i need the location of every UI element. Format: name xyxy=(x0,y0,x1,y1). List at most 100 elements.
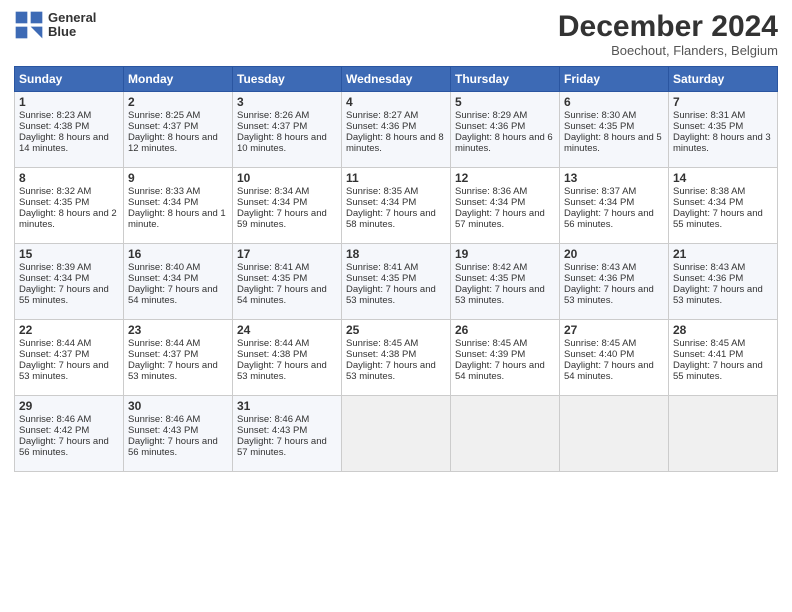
daylight-label: Daylight: 7 hours and 53 minutes. xyxy=(455,284,545,306)
day-number: 27 xyxy=(564,323,664,337)
day-number: 31 xyxy=(237,399,337,413)
daylight-label: Daylight: 8 hours and 1 minute. xyxy=(128,208,226,230)
calendar-header-friday: Friday xyxy=(560,67,669,92)
sunset-text: Sunset: 4:41 PM xyxy=(673,349,743,360)
sunrise-text: Sunrise: 8:37 AM xyxy=(564,186,636,197)
sunrise-text: Sunrise: 8:30 AM xyxy=(564,110,636,121)
sunrise-text: Sunrise: 8:46 AM xyxy=(128,414,200,425)
calendar-body: 1Sunrise: 8:23 AMSunset: 4:38 PMDaylight… xyxy=(15,92,778,472)
calendar-day-cell xyxy=(451,396,560,472)
daylight-label: Daylight: 7 hours and 53 minutes. xyxy=(346,360,436,382)
daylight-label: Daylight: 7 hours and 57 minutes. xyxy=(455,208,545,230)
calendar-day-cell: 16Sunrise: 8:40 AMSunset: 4:34 PMDayligh… xyxy=(124,244,233,320)
calendar-day-cell: 31Sunrise: 8:46 AMSunset: 4:43 PMDayligh… xyxy=(233,396,342,472)
calendar-header-tuesday: Tuesday xyxy=(233,67,342,92)
calendar-day-cell: 14Sunrise: 8:38 AMSunset: 4:34 PMDayligh… xyxy=(669,168,778,244)
calendar-header-row: SundayMondayTuesdayWednesdayThursdayFrid… xyxy=(15,67,778,92)
sunset-text: Sunset: 4:34 PM xyxy=(128,197,198,208)
calendar-day-cell: 9Sunrise: 8:33 AMSunset: 4:34 PMDaylight… xyxy=(124,168,233,244)
sunset-text: Sunset: 4:35 PM xyxy=(237,273,307,284)
calendar-week-row: 22Sunrise: 8:44 AMSunset: 4:37 PMDayligh… xyxy=(15,320,778,396)
sunset-text: Sunset: 4:35 PM xyxy=(455,273,525,284)
calendar-week-row: 8Sunrise: 8:32 AMSunset: 4:35 PM Daylight… xyxy=(15,168,778,244)
calendar-header-thursday: Thursday xyxy=(451,67,560,92)
daylight-label: Daylight: 7 hours and 53 minutes. xyxy=(673,284,763,306)
sunset-text: Sunset: 4:35 PM xyxy=(346,273,416,284)
daylight-label: Daylight: 7 hours and 53 minutes. xyxy=(346,284,436,306)
daylight-label: Daylight: 7 hours and 54 minutes. xyxy=(564,360,654,382)
sunrise-text: Sunrise: 8:33 AM xyxy=(128,186,200,197)
day-number: 30 xyxy=(128,399,228,413)
sunrise-text: Sunrise: 8:40 AM xyxy=(128,262,200,273)
month-title: December 2024 xyxy=(558,10,778,43)
sunrise-text: Sunrise: 8:41 AM xyxy=(237,262,309,273)
daylight-label: Daylight: 7 hours and 56 minutes. xyxy=(564,208,654,230)
day-number: 10 xyxy=(237,171,337,185)
calendar-week-row: 29Sunrise: 8:46 AMSunset: 4:42 PMDayligh… xyxy=(15,396,778,472)
sunset-text: Sunset: 4:34 PM xyxy=(237,197,307,208)
day-number: 22 xyxy=(19,323,119,337)
day-number: 25 xyxy=(346,323,446,337)
daylight-label: Daylight: 7 hours and 54 minutes. xyxy=(237,284,327,306)
sunrise-text: Sunrise: 8:29 AM xyxy=(455,110,527,121)
sunrise-text: Sunrise: 8:41 AM xyxy=(346,262,418,273)
day-number: 18 xyxy=(346,247,446,261)
logo-text: General Blue xyxy=(48,11,96,40)
sunset-text: Sunset: 4:43 PM xyxy=(237,425,307,436)
daylight-label: Daylight: 7 hours and 53 minutes. xyxy=(128,360,218,382)
calendar-day-cell: 22Sunrise: 8:44 AMSunset: 4:37 PMDayligh… xyxy=(15,320,124,396)
calendar-header-saturday: Saturday xyxy=(669,67,778,92)
sunset-text: Sunset: 4:38 PM xyxy=(346,349,416,360)
day-number: 19 xyxy=(455,247,555,261)
daylight-label: Daylight: 8 hours and 6 minutes. xyxy=(455,132,553,154)
calendar-day-cell: 28Sunrise: 8:45 AMSunset: 4:41 PMDayligh… xyxy=(669,320,778,396)
sunrise-text: Sunrise: 8:45 AM xyxy=(564,338,636,349)
daylight-label: Daylight: 7 hours and 56 minutes. xyxy=(19,436,109,458)
calendar-day-cell: 20Sunrise: 8:43 AMSunset: 4:36 PMDayligh… xyxy=(560,244,669,320)
sunrise-text: Sunrise: 8:39 AM xyxy=(19,262,91,273)
sunset-text: Sunset: 4:34 PM xyxy=(455,197,525,208)
day-number: 7 xyxy=(673,95,773,109)
calendar-day-cell: 1Sunrise: 8:23 AMSunset: 4:38 PMDaylight… xyxy=(15,92,124,168)
calendar-table: SundayMondayTuesdayWednesdayThursdayFrid… xyxy=(14,66,778,472)
day-number: 8 xyxy=(19,171,119,185)
sunset-text: Sunset: 4:34 PM xyxy=(673,197,743,208)
day-number: 9 xyxy=(128,171,228,185)
calendar-day-cell: 21Sunrise: 8:43 AMSunset: 4:36 PMDayligh… xyxy=(669,244,778,320)
calendar-day-cell: 8Sunrise: 8:32 AMSunset: 4:35 PMDaylight… xyxy=(15,168,124,244)
calendar-day-cell: 24Sunrise: 8:44 AMSunset: 4:38 PMDayligh… xyxy=(233,320,342,396)
day-number: 14 xyxy=(673,171,773,185)
calendar-day-cell: 29Sunrise: 8:46 AMSunset: 4:42 PMDayligh… xyxy=(15,396,124,472)
calendar-day-cell: 23Sunrise: 8:44 AMSunset: 4:37 PMDayligh… xyxy=(124,320,233,396)
calendar-day-cell: 19Sunrise: 8:42 AMSunset: 4:35 PMDayligh… xyxy=(451,244,560,320)
day-number: 6 xyxy=(564,95,664,109)
logo: General Blue xyxy=(14,10,96,40)
daylight-label: Daylight: 8 hours and 14 minutes. xyxy=(19,132,109,154)
calendar-day-cell: 11Sunrise: 8:35 AMSunset: 4:34 PMDayligh… xyxy=(342,168,451,244)
sunset-text: Sunset: 4:40 PM xyxy=(564,349,634,360)
sunrise-text: Sunrise: 8:25 AM xyxy=(128,110,200,121)
daylight-label: Daylight: 7 hours and 55 minutes. xyxy=(673,360,763,382)
calendar-day-cell: 10Sunrise: 8:34 AMSunset: 4:34 PMDayligh… xyxy=(233,168,342,244)
sunset-text: Sunset: 4:37 PM xyxy=(128,349,198,360)
calendar-day-cell: 12Sunrise: 8:36 AMSunset: 4:34 PMDayligh… xyxy=(451,168,560,244)
logo-line2: Blue xyxy=(48,25,96,39)
daylight-label: Daylight: 7 hours and 58 minutes. xyxy=(346,208,436,230)
sunset-text: Sunset: 4:39 PM xyxy=(455,349,525,360)
sunrise-text: Sunrise: 8:46 AM xyxy=(237,414,309,425)
sunset-text: Sunset: 4:34 PM xyxy=(128,273,198,284)
sunrise-text: Sunrise: 8:32 AM xyxy=(19,186,91,197)
sunset-text: Sunset: 4:35 PM xyxy=(19,197,89,208)
daylight-label: Daylight: 7 hours and 55 minutes. xyxy=(19,284,109,306)
sunrise-text: Sunrise: 8:44 AM xyxy=(128,338,200,349)
daylight-label: Daylight: 7 hours and 54 minutes. xyxy=(455,360,545,382)
sunset-text: Sunset: 4:36 PM xyxy=(455,121,525,132)
calendar-day-cell xyxy=(560,396,669,472)
daylight-label: Daylight: 7 hours and 59 minutes. xyxy=(237,208,327,230)
day-number: 16 xyxy=(128,247,228,261)
calendar-day-cell: 18Sunrise: 8:41 AMSunset: 4:35 PMDayligh… xyxy=(342,244,451,320)
calendar-day-cell: 2Sunrise: 8:25 AMSunset: 4:37 PMDaylight… xyxy=(124,92,233,168)
sunrise-text: Sunrise: 8:23 AM xyxy=(19,110,91,121)
day-number: 17 xyxy=(237,247,337,261)
sunrise-text: Sunrise: 8:35 AM xyxy=(346,186,418,197)
